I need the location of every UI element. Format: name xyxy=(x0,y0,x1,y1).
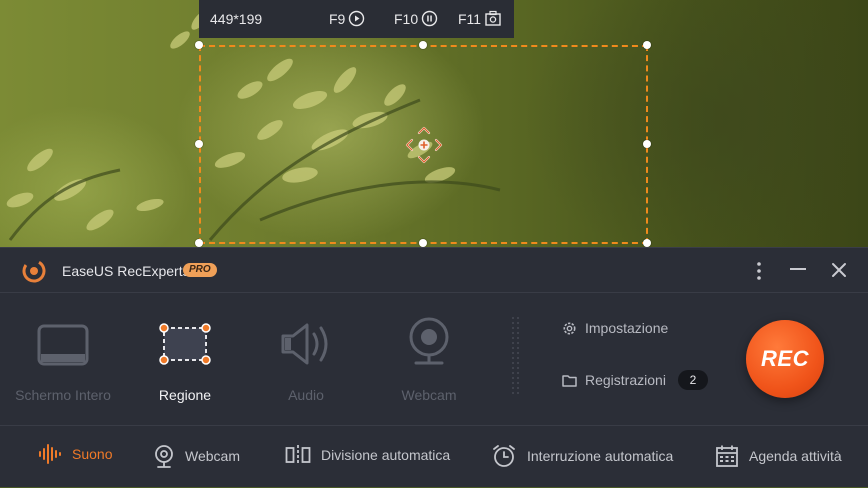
resize-handle-right[interactable] xyxy=(643,140,651,148)
more-menu-icon[interactable] xyxy=(752,261,766,281)
option-sound[interactable]: Suono xyxy=(38,444,112,464)
mode-full-screen[interactable]: Schermo Intero xyxy=(8,316,118,403)
option-webcam-label: Webcam xyxy=(185,448,240,464)
mode-region[interactable]: Regione xyxy=(130,316,240,403)
screenshot-hotkey[interactable]: F11 xyxy=(458,10,502,27)
option-auto-stop[interactable]: Interruzione automatica xyxy=(491,444,673,468)
option-auto-stop-label: Interruzione automatica xyxy=(527,448,674,464)
mode-audio-label: Audio xyxy=(288,387,324,403)
alarm-clock-icon xyxy=(493,445,515,467)
pause-record-hotkey[interactable]: F10 xyxy=(394,10,438,27)
webcam-icon xyxy=(409,317,449,365)
pro-badge: PRO xyxy=(183,263,217,277)
speaker-icon xyxy=(281,323,328,365)
resize-handle-bottom[interactable] xyxy=(419,239,427,247)
start-hotkey-label: F9 xyxy=(329,10,346,27)
recordings-count-badge: 2 xyxy=(677,370,708,390)
mode-full-screen-label: Schermo Intero xyxy=(15,387,111,403)
panel-titlebar[interactable]: EaseUS RecExperts PRO xyxy=(0,248,868,293)
resize-handle-top-left[interactable] xyxy=(195,41,203,49)
camera-icon xyxy=(485,10,501,26)
start-record-hotkey[interactable]: F9 xyxy=(329,10,365,27)
webcam-small-icon xyxy=(155,445,173,468)
minimize-button[interactable] xyxy=(790,268,806,270)
region-dimensions: 449*199 xyxy=(210,11,263,27)
option-sound-label: Suono xyxy=(72,446,113,462)
monitor-icon xyxy=(37,324,89,366)
options-bar: Suono Webcam Divisione automatica Interr… xyxy=(0,425,868,488)
screenshot-hotkey-label: F11 xyxy=(458,10,482,27)
close-icon[interactable] xyxy=(831,262,847,278)
region-icon xyxy=(159,323,211,365)
mode-webcam-label: Webcam xyxy=(401,387,457,403)
mode-region-label: Regione xyxy=(158,387,212,403)
record-button[interactable]: REC xyxy=(746,320,824,398)
drag-grip[interactable] xyxy=(512,317,520,395)
option-task-scheduler[interactable]: Agenda attività xyxy=(715,444,842,468)
option-auto-split[interactable]: Divisione automatica xyxy=(285,444,450,466)
play-icon xyxy=(349,10,365,27)
pause-hotkey-label: F10 xyxy=(394,10,419,27)
recording-hotkey-bar: 449*199 F9 F10 F11 xyxy=(199,0,514,38)
option-webcam[interactable]: Webcam xyxy=(153,444,240,468)
easeus-logo-icon xyxy=(22,259,46,283)
settings-label: Impostazione xyxy=(585,320,669,336)
mode-webcam[interactable]: Webcam xyxy=(374,316,484,403)
resize-handle-top-right[interactable] xyxy=(643,41,651,49)
recordings-link[interactable]: Registrazioni 2 xyxy=(562,370,708,390)
record-button-label: REC xyxy=(761,346,809,371)
split-icon xyxy=(285,445,311,465)
resize-handle-top[interactable] xyxy=(419,41,427,49)
resize-handle-bottom-right[interactable] xyxy=(643,239,651,247)
pause-icon xyxy=(421,10,438,27)
folder-icon xyxy=(562,374,577,387)
gear-icon xyxy=(563,322,576,334)
recordings-label: Registrazioni xyxy=(585,372,666,388)
settings-link[interactable]: Impostazione xyxy=(562,320,668,336)
recorder-panel: EaseUS RecExperts PRO Schermo Intero Reg… xyxy=(0,247,868,487)
app-title: EaseUS RecExperts xyxy=(62,263,190,279)
option-task-scheduler-label: Agenda attività xyxy=(749,448,842,464)
option-auto-split-label: Divisione automatica xyxy=(321,447,451,463)
resize-handle-left[interactable] xyxy=(195,140,203,148)
resize-handle-bottom-left[interactable] xyxy=(195,239,203,247)
mode-audio[interactable]: Audio xyxy=(251,316,361,403)
calendar-icon xyxy=(716,445,738,467)
sound-wave-icon xyxy=(39,444,61,464)
move-icon[interactable] xyxy=(404,125,444,165)
